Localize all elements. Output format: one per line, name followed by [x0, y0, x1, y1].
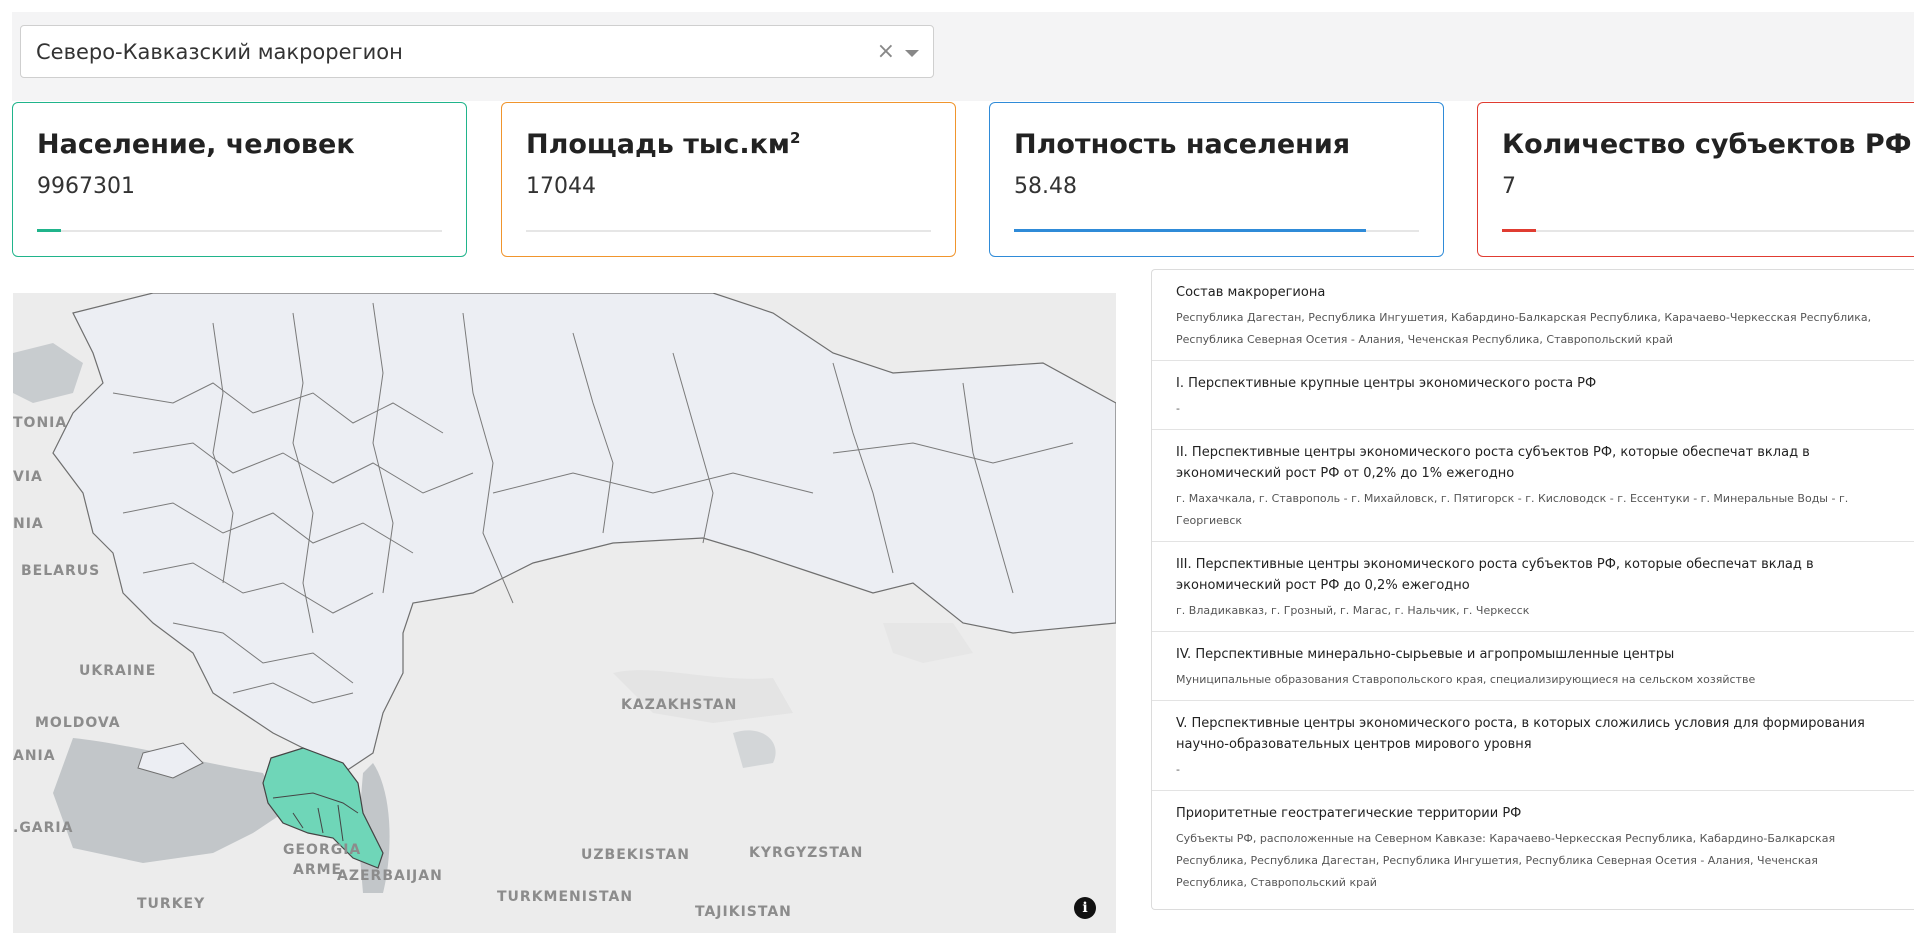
item-desc: -	[1176, 763, 1180, 776]
item-title: V. Перспективные центры экономического р…	[1176, 716, 1865, 752]
map-label: UKRAINE	[79, 663, 157, 679]
map-label: ARME	[293, 862, 343, 878]
list-item: II. Перспективные центры экономического …	[1152, 430, 1914, 542]
list-item: I. Перспективные крупные центры экономич…	[1152, 361, 1914, 430]
map-label: KAZAKHSTAN	[621, 697, 738, 713]
card-title-text: Количество субъектов РФ	[1502, 129, 1912, 160]
progress-track	[1014, 229, 1419, 232]
card-area: Площадь тыс.км2 17044	[501, 102, 956, 257]
macroregion-select-value: Северо-Кавказский макрорегион	[36, 39, 403, 64]
map-view[interactable]: TONIA VIA NIA BELARUS UKRAINE MOLDOVA AN…	[13, 293, 1116, 933]
list-item: V. Перспективные центры экономического р…	[1152, 701, 1914, 791]
map-label: TONIA	[13, 415, 68, 431]
item-desc: Муниципальные образования Ставропольског…	[1176, 673, 1756, 686]
map-label: UZBEKISTAN	[581, 847, 690, 863]
progress-fill	[37, 229, 62, 232]
macroregion-select[interactable]: Северо-Кавказский макрорегион ×	[20, 25, 934, 78]
map-label: MOLDOVA	[35, 715, 121, 731]
map-label: AZERBAIJAN	[337, 868, 443, 884]
card-value: 58.48	[1014, 174, 1077, 199]
item-title: I. Перспективные крупные центры экономич…	[1176, 376, 1597, 391]
progress-track	[526, 230, 931, 232]
card-population: Население, человек 9967301	[12, 102, 467, 257]
card-title: Количество субъектов РФ	[1502, 129, 1912, 160]
card-title: Площадь тыс.км2	[526, 129, 931, 160]
map-label: BELARUS	[21, 563, 101, 579]
progress-track	[37, 229, 442, 232]
list-item: IV. Перспективные минерально-сырьевые и …	[1152, 632, 1914, 701]
map-label: ANIA	[13, 748, 56, 764]
card-title: Плотность населения	[1014, 129, 1419, 160]
card-title-sup: 2	[790, 129, 801, 147]
map-label: TURKEY	[137, 896, 206, 912]
item-desc: г. Махачкала, г. Ставрополь - г. Михайло…	[1176, 492, 1849, 527]
map-label: TAJIKISTAN	[695, 904, 792, 920]
item-title: II. Перспективные центры экономического …	[1176, 445, 1810, 481]
card-title-text: Население, человек	[37, 129, 355, 160]
list-item: Приоритетные геостратегические территори…	[1152, 791, 1914, 903]
map-canvas[interactable]	[13, 293, 1116, 933]
card-title: Население, человек	[37, 129, 442, 160]
map-label: KYRGYZSTAN	[749, 845, 864, 861]
list-item: III. Перспективные центры экономического…	[1152, 542, 1914, 632]
item-desc: Субъекты РФ, расположенные на Северном К…	[1176, 832, 1836, 889]
item-desc: -	[1176, 402, 1180, 415]
map-label: GEORGIA	[283, 842, 362, 858]
progress-track	[1502, 229, 1914, 232]
item-title: Состав макрорегиона	[1176, 285, 1326, 300]
chevron-down-icon[interactable]	[905, 49, 919, 57]
item-title: III. Перспективные центры экономического…	[1176, 557, 1814, 593]
card-title-text: Площадь тыс.км	[526, 129, 790, 160]
map-label: .GARIA	[13, 820, 74, 836]
card-value: 17044	[526, 174, 596, 199]
card-density: Плотность населения 58.48	[989, 102, 1444, 257]
card-subjects: Количество субъектов РФ 7	[1477, 102, 1914, 257]
progress-fill	[1014, 229, 1367, 232]
card-title-text: Плотность населения	[1014, 129, 1351, 160]
card-value: 7	[1502, 174, 1516, 199]
macroregion-info-panel: Состав макрорегиона Республика Дагестан,…	[1151, 269, 1914, 910]
info-icon[interactable]: i	[1074, 897, 1096, 919]
clear-icon[interactable]: ×	[877, 39, 895, 64]
card-value: 9967301	[37, 174, 135, 199]
progress-fill	[1502, 229, 1537, 232]
item-desc: г. Владикавказ, г. Грозный, г. Магас, г.…	[1176, 604, 1530, 617]
map-label: VIA	[13, 469, 43, 485]
item-title: IV. Перспективные минерально-сырьевые и …	[1176, 647, 1675, 662]
item-title: Приоритетные геостратегические территори…	[1176, 806, 1522, 821]
map-label: NIA	[13, 516, 44, 532]
list-item: Состав макрорегиона Республика Дагестан,…	[1152, 270, 1914, 361]
item-desc: Республика Дагестан, Республика Ингушети…	[1176, 311, 1872, 346]
map-label: TURKMENISTAN	[497, 889, 634, 905]
